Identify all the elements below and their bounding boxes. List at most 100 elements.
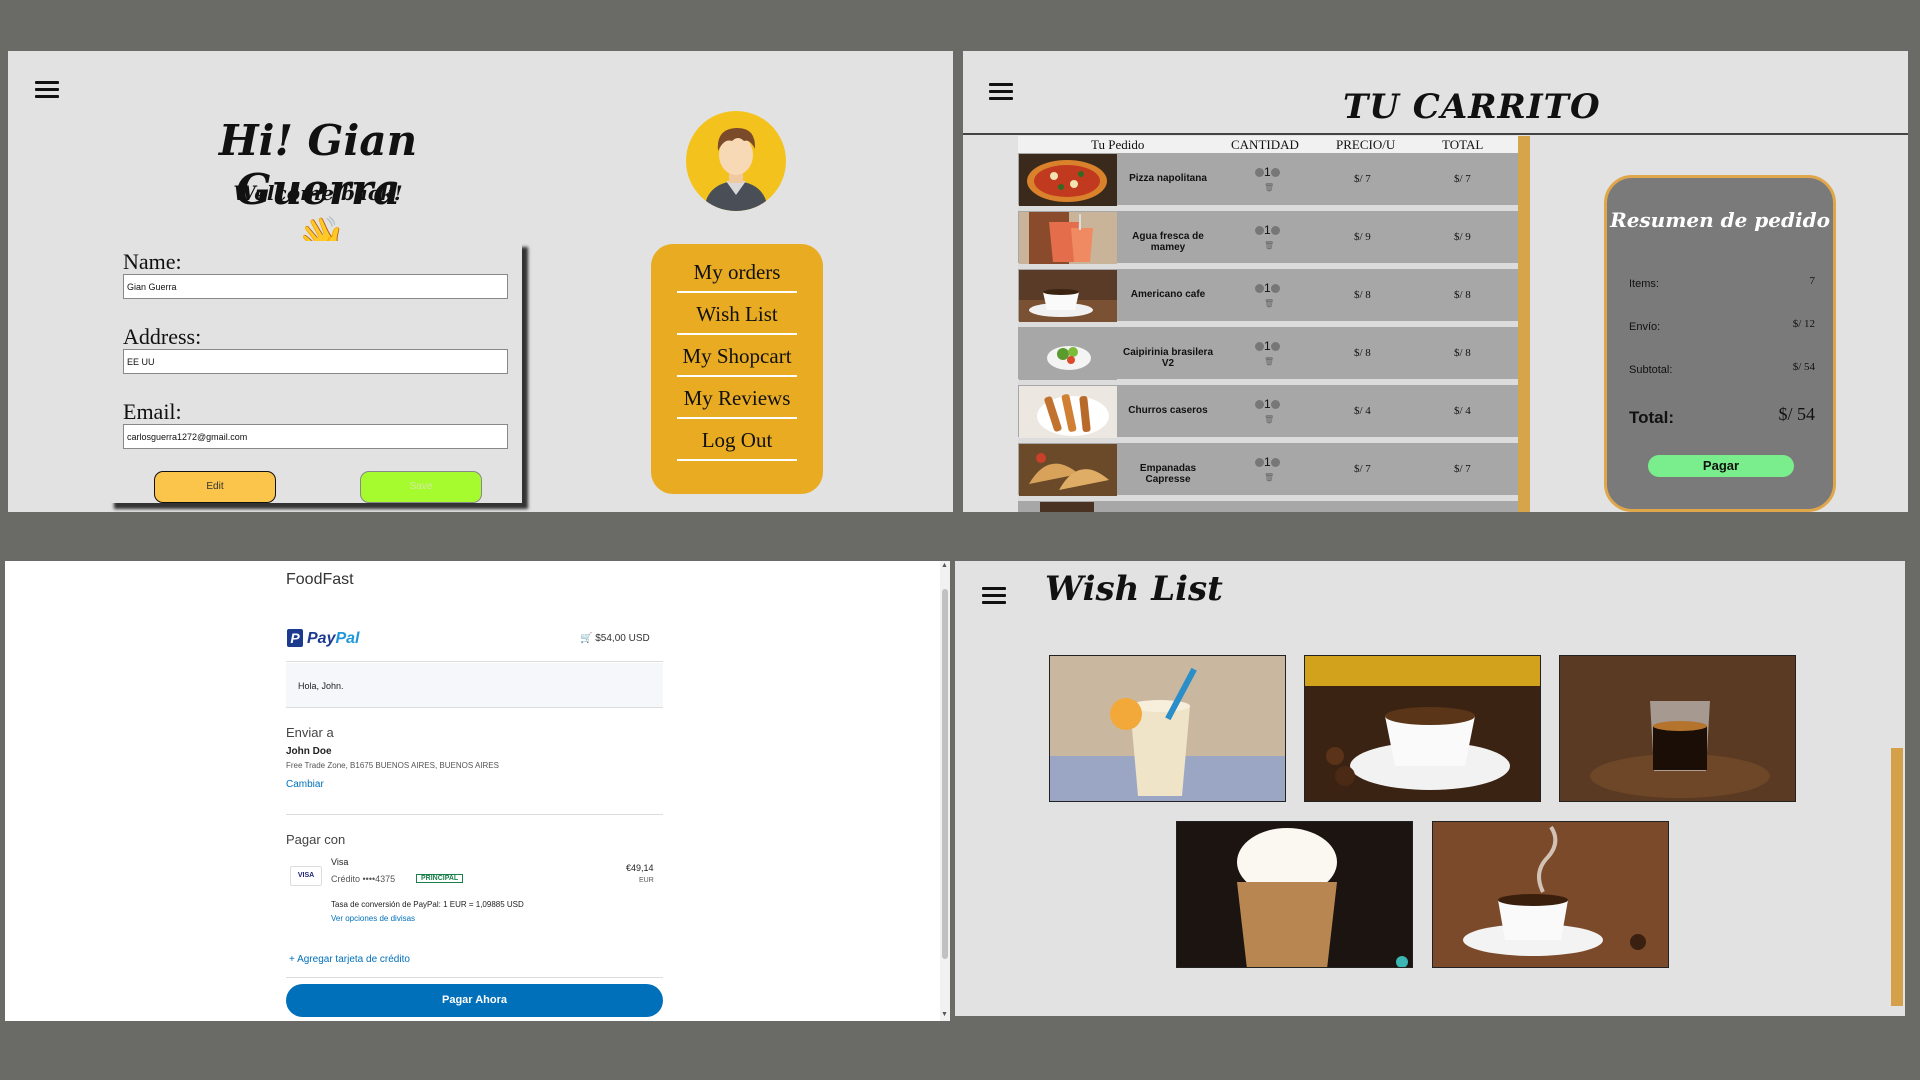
menu-wish-list[interactable]: Wish List (677, 298, 797, 335)
trash-icon[interactable]: 🗑 (1264, 299, 1274, 308)
scroll-up-icon[interactable]: ▲ (941, 562, 948, 569)
item-quantity: 1 (1264, 223, 1271, 237)
address-field[interactable] (123, 349, 508, 374)
paypal-logo-icon: P (287, 629, 303, 647)
milkshake-image[interactable] (1049, 655, 1286, 802)
card-brand: Visa (331, 857, 349, 867)
pay-now-button[interactable]: Pagar Ahora (286, 984, 663, 1017)
merchant-name: FoodFast (286, 571, 354, 588)
currency-options-link[interactable]: Ver opciones de divisas (331, 914, 415, 923)
total-value: $/ 54 (1778, 404, 1815, 424)
trash-icon[interactable]: 🗑 (1264, 473, 1274, 482)
steaming-coffee-image[interactable] (1432, 821, 1669, 968)
cart-row: Pizza napolitana 1 🗑 $/ 7 $/ 7 (1018, 153, 1518, 208)
scroll-thumb[interactable] (942, 589, 948, 959)
trash-icon[interactable]: 🗑 (1264, 415, 1274, 424)
menu-my-shopcart[interactable]: My Shopcart (677, 340, 797, 377)
cart-scrollbar[interactable] (1518, 136, 1530, 512)
minus-icon[interactable] (1255, 342, 1264, 352)
item-name: Empanadas Capresse (1139, 463, 1197, 485)
wishlist-panel: Wish List (955, 561, 1905, 1016)
cart-table: Tu Pedido CANTIDAD PRECIO/U TOTAL Pizza … (1018, 136, 1518, 512)
item-quantity: 1 (1264, 397, 1271, 411)
plus-icon[interactable] (1270, 400, 1280, 410)
quantity-stepper[interactable]: 1 🗑 (1255, 165, 1280, 192)
trash-icon[interactable]: 🗑 (1264, 183, 1274, 192)
menu-my-reviews[interactable]: My Reviews (677, 382, 797, 419)
hamburger-menu-icon[interactable] (35, 81, 59, 99)
item-price: $/ 4 (1354, 405, 1371, 417)
paypal-logo: P PayPal (287, 629, 359, 648)
trash-icon[interactable]: 🗑 (1264, 357, 1274, 366)
menu-log-out[interactable]: Log Out (677, 424, 797, 461)
item-price: $/ 8 (1354, 347, 1371, 359)
card-description: Crédito ••••4375 (331, 874, 396, 884)
item-name: Pizza napolitana (1129, 173, 1207, 184)
plus-icon[interactable] (1270, 226, 1280, 236)
scrollbar[interactable]: ▲ ▼ (940, 561, 950, 1021)
item-quantity: 1 (1264, 339, 1271, 353)
card-amount: €49,14 (626, 863, 654, 873)
summary-shipping: Envío: $/ 12 (1629, 318, 1815, 333)
quantity-stepper[interactable]: 1 🗑 (1255, 397, 1280, 424)
minus-icon[interactable] (1255, 226, 1264, 236)
visa-card-icon: VISA (290, 866, 322, 886)
item-price: $/ 7 (1354, 463, 1371, 475)
pay-button[interactable]: Pagar (1648, 455, 1794, 477)
cart-row: Empanadas Capresse 1 🗑 $/ 7 $/ 7 (1018, 443, 1518, 498)
whipped-coffee-image[interactable] (1176, 821, 1413, 968)
plus-icon[interactable] (1270, 342, 1280, 352)
salad-image (1019, 328, 1117, 380)
welcome-text: Welcome back! (233, 181, 403, 205)
greeting-banner: Hola, John. (286, 663, 663, 707)
wishlist-scrollbar[interactable] (1891, 748, 1903, 1006)
quantity-stepper[interactable]: 1 🗑 (1255, 339, 1280, 366)
menu-my-orders[interactable]: My orders (677, 256, 797, 293)
minus-icon[interactable] (1255, 284, 1264, 294)
order-summary: Resumen de pedido Items: 7 Envío: $/ 12 Su… (1604, 175, 1836, 512)
cart-title: TU CARRITO (1343, 87, 1601, 127)
coffee-beans-image[interactable] (1304, 655, 1541, 802)
minus-icon[interactable] (1255, 458, 1264, 468)
add-card-link[interactable]: + Agregar tarjeta de crédito (289, 954, 410, 965)
plus-icon[interactable] (1270, 458, 1280, 468)
shipping-label: Envío: (1629, 321, 1661, 333)
address-label: Address: (123, 324, 202, 349)
shipping-value: $/ 12 (1792, 318, 1815, 330)
hamburger-menu-icon[interactable] (982, 587, 1006, 605)
juice-image (1019, 212, 1117, 264)
header-unit-price: PRECIO/U (1336, 137, 1396, 152)
minus-icon[interactable] (1255, 400, 1264, 410)
item-total: $/ 7 (1454, 173, 1471, 185)
user-avatar-icon (704, 127, 768, 211)
ship-name: John Doe (286, 746, 332, 757)
cart-amount[interactable]: 🛒 $54,00 USD (580, 633, 650, 644)
save-button[interactable]: Save (360, 471, 482, 503)
hamburger-menu-icon[interactable] (989, 83, 1013, 101)
name-field[interactable] (123, 274, 508, 299)
item-price: $/ 7 (1354, 173, 1371, 185)
paypal-brand-pay: Pay (307, 630, 336, 647)
total-label: Total: (1629, 408, 1675, 427)
minus-icon[interactable] (1255, 168, 1264, 178)
card-currency: EUR (639, 877, 654, 884)
plus-icon[interactable] (1270, 168, 1280, 178)
scroll-down-icon[interactable]: ▼ (941, 1011, 948, 1018)
coffee-image (1019, 270, 1117, 322)
divider (286, 707, 663, 708)
email-field[interactable] (123, 424, 508, 449)
item-quantity: 1 (1264, 455, 1271, 469)
change-address-link[interactable]: Cambiar (286, 779, 324, 790)
paypal-checkout-panel: FoodFast P PayPal 🛒 $54,00 USD Hola, John… (5, 561, 950, 1021)
profile-panel: Hi! Gian Guerra👋 Welcome back! Name: Add… (8, 51, 953, 512)
trash-icon[interactable]: 🗑 (1264, 241, 1274, 250)
quantity-stepper[interactable]: 1 🗑 (1255, 223, 1280, 250)
cart-amount-value: $54,00 USD (595, 633, 650, 644)
add-card-label: Agregar tarjeta de crédito (297, 954, 410, 965)
edit-button[interactable]: Edit (154, 471, 276, 503)
quantity-stepper[interactable]: 1 🗑 (1255, 455, 1280, 482)
espresso-image[interactable] (1559, 655, 1796, 802)
plus-icon[interactable] (1270, 284, 1280, 294)
quantity-stepper[interactable]: 1 🗑 (1255, 281, 1280, 308)
item-quantity: 1 (1264, 165, 1271, 179)
